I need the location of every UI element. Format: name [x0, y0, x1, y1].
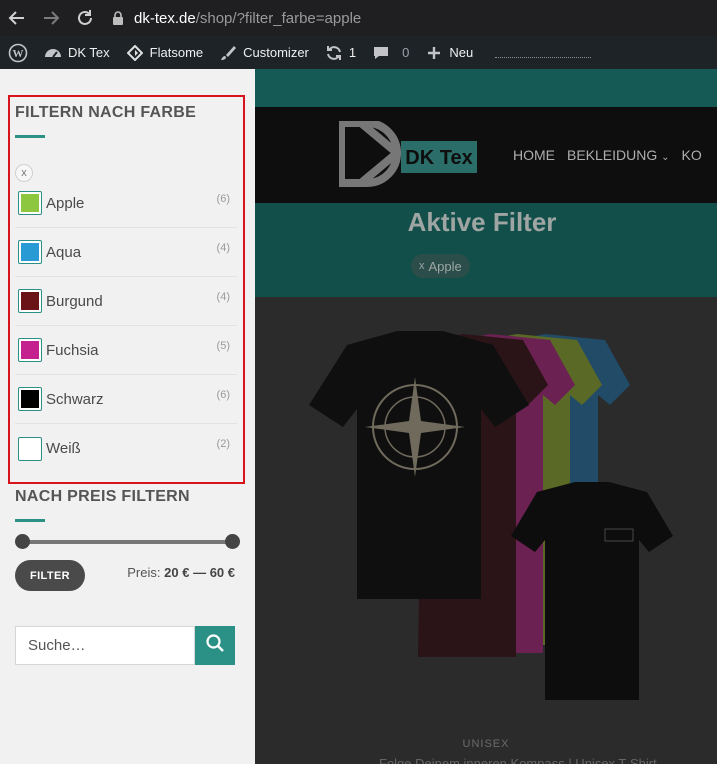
site-name-label: DK Tex [68, 45, 110, 60]
price-separator: — [193, 565, 207, 580]
nav-item-label: BEKLEIDUNG [567, 147, 658, 163]
color-label: Schwarz [46, 390, 104, 408]
swatch-fill [21, 341, 39, 359]
product-title[interactable]: Folge Deinem inneren Kompass | Unisex T-… [379, 756, 657, 764]
color-count: (6) [216, 389, 230, 401]
color-item-apple[interactable]: Apple (6) [15, 179, 237, 228]
address-bar[interactable]: dk-tex.de/shop/?filter_farbe=apple [110, 3, 717, 33]
customizer-label: Customizer [243, 45, 309, 60]
color-item-burgund[interactable]: Burgund (4) [15, 277, 237, 326]
chevron-down-icon: ⌄ [661, 152, 670, 163]
site-name-link[interactable]: DK Tex [36, 36, 118, 69]
new-label: Neu [449, 45, 474, 60]
search-button[interactable] [195, 626, 235, 665]
browser-toolbar: dk-tex.de/shop/?filter_farbe=apple [0, 0, 717, 36]
shop-sidebar: FILTERN NACH FARBE x Apple (6) Aqua (4) … [0, 69, 255, 764]
filter-button[interactable]: FILTER [15, 560, 85, 591]
forward-arrow-icon[interactable] [40, 7, 62, 29]
color-label: Weiß [46, 440, 81, 457]
color-item-weiss[interactable]: Weiß (2) [15, 424, 237, 473]
price-min: 20 € [164, 565, 190, 580]
color-swatch [18, 289, 42, 313]
color-count: (4) [216, 291, 230, 303]
color-label: Apple [46, 194, 85, 212]
lock-icon [110, 10, 126, 26]
plus-icon [425, 44, 443, 62]
color-swatch [18, 240, 42, 264]
customizer-link[interactable]: Customizer [211, 36, 317, 69]
color-swatch [18, 436, 42, 461]
color-label: Burgund [46, 292, 103, 310]
price-slider-min-handle[interactable] [15, 534, 30, 549]
price-filter-title: NACH PREIS FILTERN [15, 488, 190, 505]
updates-link[interactable]: 1 [317, 36, 364, 69]
color-item-fuchsia[interactable]: Fuchsia (5) [15, 326, 237, 375]
swatch-fill [21, 243, 39, 261]
color-count: (5) [216, 340, 230, 352]
url-path: /shop/?filter_farbe=apple [195, 9, 362, 27]
new-content-link[interactable]: Neu [417, 36, 481, 69]
price-max: 60 € [209, 565, 235, 580]
theme-link[interactable]: Flatsome [118, 36, 211, 69]
color-item-schwarz[interactable]: Schwarz (6) [15, 375, 237, 424]
active-filter-chip[interactable]: x Apple [411, 254, 470, 278]
product-grid: UNISEX Folge Deinem inneren Kompass | Un… [255, 297, 717, 764]
reload-icon[interactable] [74, 7, 96, 29]
color-swatch [18, 338, 42, 362]
active-filter-label: Apple [428, 258, 462, 274]
nav-item-bekleidung[interactable]: BEKLEIDUNG ⌄ [567, 147, 670, 163]
search-input[interactable]: Suche… [15, 626, 195, 665]
wordpress-logo-icon[interactable]: W [0, 36, 36, 69]
color-count: (4) [216, 242, 230, 254]
color-filter-list: Apple (6) Aqua (4) Burgund (4) Fuchsia (… [15, 179, 237, 473]
updates-count: 1 [348, 45, 357, 60]
active-filters-title: Aktive Filter [407, 207, 557, 237]
swatch-fill [21, 439, 39, 458]
title-divider [15, 135, 45, 138]
admin-bar-divider [495, 48, 592, 58]
title-divider [15, 519, 45, 522]
main-nav: HOME BEKLEIDUNG ⌄ KO [513, 147, 702, 163]
nav-item-home[interactable]: HOME [513, 147, 555, 163]
color-swatch [18, 191, 42, 215]
logo-text: DK Tex [405, 147, 472, 169]
search-icon [205, 633, 225, 658]
price-range-label: Preis: 20 € — 60 € [127, 565, 235, 580]
color-swatch [18, 387, 42, 411]
comment-icon [372, 44, 390, 62]
price-slider-max-handle[interactable] [225, 534, 240, 549]
flatsome-icon [126, 44, 144, 62]
color-count: (2) [216, 438, 230, 450]
color-filter-title: FILTERN NACH FARBE [15, 104, 197, 121]
price-slider-track[interactable] [22, 540, 232, 544]
comments-link[interactable]: 0 [364, 36, 417, 69]
color-item-aqua[interactable]: Aqua (4) [15, 228, 237, 277]
svg-text:W: W [13, 48, 24, 60]
product-image-tshirts[interactable] [255, 297, 717, 737]
color-count: (6) [216, 193, 230, 205]
comments-count: 0 [402, 45, 410, 60]
site-logo[interactable]: DK Tex [337, 119, 481, 189]
product-category: UNISEX [462, 738, 510, 750]
wp-admin-bar: W DK Tex Flatsome Customizer 1 0 Neu [0, 36, 717, 69]
active-filters-hero: Aktive Filter x Apple [255, 203, 717, 297]
site-header: DK Tex HOME BEKLEIDUNG ⌄ KO [255, 107, 717, 203]
price-prefix: Preis: [127, 565, 161, 580]
nav-item-partial[interactable]: KO [682, 147, 702, 163]
color-label: Aqua [46, 243, 82, 261]
dashboard-icon [44, 44, 62, 62]
swatch-fill [21, 292, 39, 310]
swatch-fill [21, 194, 39, 212]
url-domain: dk-tex.de [134, 9, 196, 27]
top-strip [255, 69, 717, 107]
color-label: Fuchsia [46, 341, 99, 359]
theme-label: Flatsome [149, 45, 204, 60]
brush-icon [219, 44, 237, 62]
refresh-icon [325, 44, 343, 62]
swatch-fill [21, 390, 39, 408]
main-content: DK Tex HOME BEKLEIDUNG ⌄ KO Aktive Filte… [255, 69, 717, 764]
back-arrow-icon[interactable] [6, 7, 28, 29]
remove-filter-icon: x [419, 260, 425, 272]
